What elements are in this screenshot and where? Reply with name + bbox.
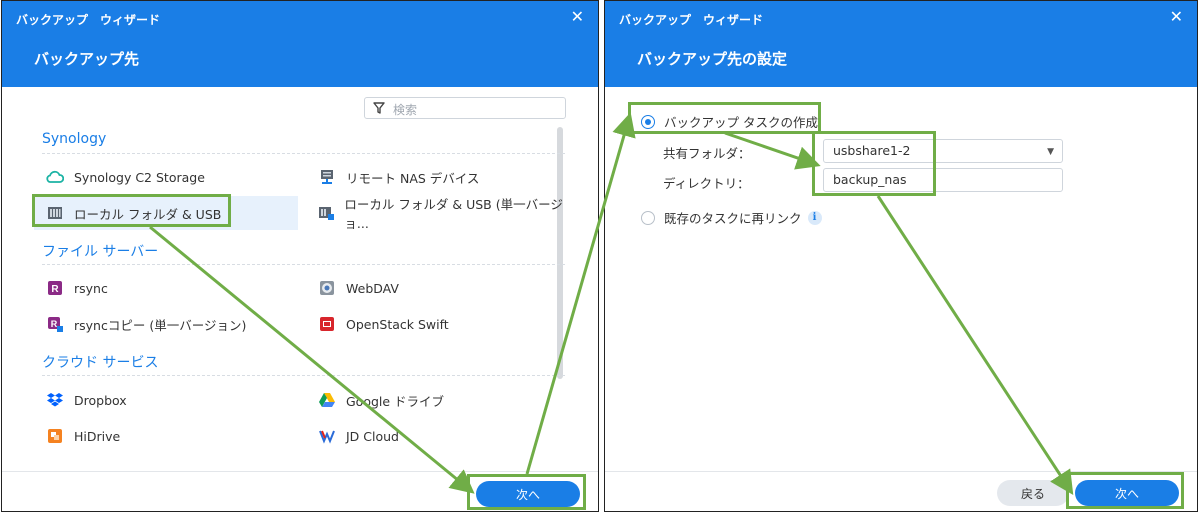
dest-item-local-folder-usb[interactable]: ローカル フォルダ & USB	[34, 196, 298, 230]
dest-item-label: Google ドライブ	[346, 393, 445, 409]
dest-item-label: ローカル フォルダ & USB	[74, 206, 222, 222]
dest-item-local-folder-usb-single[interactable]: ローカル フォルダ & USB (単一バージョ...	[306, 196, 566, 231]
dest-item-remote-nas[interactable]: リモート NAS デバイス	[306, 160, 566, 194]
search-placeholder: 検索	[393, 103, 418, 117]
back-button[interactable]: 戻る	[997, 480, 1069, 506]
dest-item-hidrive[interactable]: HiDrive	[34, 419, 298, 453]
dest-item-label: rsyncコピー (単一バージョン)	[74, 317, 247, 333]
option-relink-task-label: 既存のタスクに再リンク	[664, 211, 802, 226]
category-file-server: ファイル サーバー	[42, 244, 159, 260]
option-create-task[interactable]: バックアップ タスクの作成	[641, 112, 818, 131]
dest-item-openstack-swift[interactable]: OpenStack Swift	[306, 307, 566, 341]
shared-folder-label: 共有フォルダ：	[663, 146, 751, 161]
dropdown-arrow-icon: ▼	[1047, 147, 1054, 157]
filter-icon	[373, 102, 385, 114]
window-title: バックアップ ウィザード	[16, 13, 161, 27]
cloud-icon	[46, 169, 64, 185]
dest-item-label: Dropbox	[74, 392, 127, 408]
radio-unselected[interactable]	[641, 210, 655, 225]
info-icon[interactable]: i	[807, 210, 822, 225]
directory-value: backup_nas	[833, 172, 907, 187]
dest-item-rsync-copy[interactable]: R rsyncコピー (単一バージョン)	[34, 307, 298, 341]
remote-nas-icon	[318, 169, 336, 185]
title-bar: バックアップ ウィザード ✕ バックアップ先	[2, 1, 598, 87]
footer-divider	[605, 471, 1197, 472]
divider	[42, 264, 565, 265]
shared-folder-value: usbshare1-2	[833, 143, 911, 158]
next-button[interactable]: 次へ	[476, 481, 580, 507]
page-title: バックアップ先	[34, 50, 140, 68]
category-cloud-services: クラウド サービス	[42, 355, 159, 371]
directory-input[interactable]: backup_nas	[823, 168, 1063, 192]
dest-item-dropbox[interactable]: Dropbox	[34, 383, 298, 417]
backup-wizard-destination-window: バックアップ ウィザード ✕ バックアップ先 検索 Synology Synol…	[1, 0, 599, 512]
window-title: バックアップ ウィザード	[619, 13, 764, 27]
dest-item-webdav[interactable]: WebDAV	[306, 271, 566, 305]
option-create-task-label: バックアップ タスクの作成	[664, 115, 818, 130]
close-icon[interactable]: ✕	[571, 7, 584, 26]
footer-divider	[2, 471, 598, 472]
search-input[interactable]: 検索	[364, 97, 566, 119]
dest-item-label: rsync	[74, 280, 108, 296]
dest-item-label: WebDAV	[346, 280, 399, 296]
option-relink-task[interactable]: 既存のタスクに再リンク i	[641, 208, 822, 227]
radio-selected[interactable]	[641, 114, 655, 129]
dest-item-label: ローカル フォルダ & USB (単一バージョ...	[344, 197, 563, 231]
dest-item-label: HiDrive	[74, 428, 121, 444]
dest-item-rsync[interactable]: R rsync	[34, 271, 298, 305]
dest-item-jd-cloud[interactable]: JD Cloud	[306, 419, 566, 453]
rsync-icon: R	[46, 280, 64, 296]
openstack-icon	[318, 316, 336, 332]
webdav-icon	[318, 280, 336, 296]
dest-item-label: JD Cloud	[346, 428, 399, 444]
backup-wizard-settings-window: バックアップ ウィザード ✕ バックアップ先の設定 バックアップ タスクの作成 …	[604, 0, 1198, 512]
svg-text:R: R	[51, 319, 58, 329]
dest-item-label: Synology C2 Storage	[74, 169, 205, 185]
dest-item-synology-c2[interactable]: Synology C2 Storage	[34, 160, 298, 194]
title-bar: バックアップ ウィザード ✕ バックアップ先の設定	[605, 1, 1197, 87]
divider	[42, 153, 565, 154]
rsync-copy-icon: R	[46, 316, 64, 332]
dest-item-label: リモート NAS デバイス	[346, 170, 480, 186]
google-drive-icon	[318, 392, 336, 408]
jd-cloud-icon	[318, 428, 336, 444]
svg-text:R: R	[51, 284, 59, 295]
dest-item-label: OpenStack Swift	[346, 316, 449, 332]
local-nas-single-icon	[318, 205, 335, 221]
dest-item-google-drive[interactable]: Google ドライブ	[306, 383, 566, 417]
divider	[42, 375, 565, 376]
local-nas-icon	[46, 205, 64, 221]
next-button[interactable]: 次へ	[1075, 480, 1179, 506]
hidrive-icon	[46, 428, 64, 444]
page-title: バックアップ先の設定	[637, 50, 788, 68]
category-synology: Synology	[42, 131, 107, 147]
directory-label: ディレクトリ：	[663, 176, 750, 191]
shared-folder-select[interactable]: usbshare1-2 ▼	[823, 139, 1063, 163]
dropbox-icon	[46, 392, 64, 408]
close-icon[interactable]: ✕	[1170, 7, 1183, 26]
